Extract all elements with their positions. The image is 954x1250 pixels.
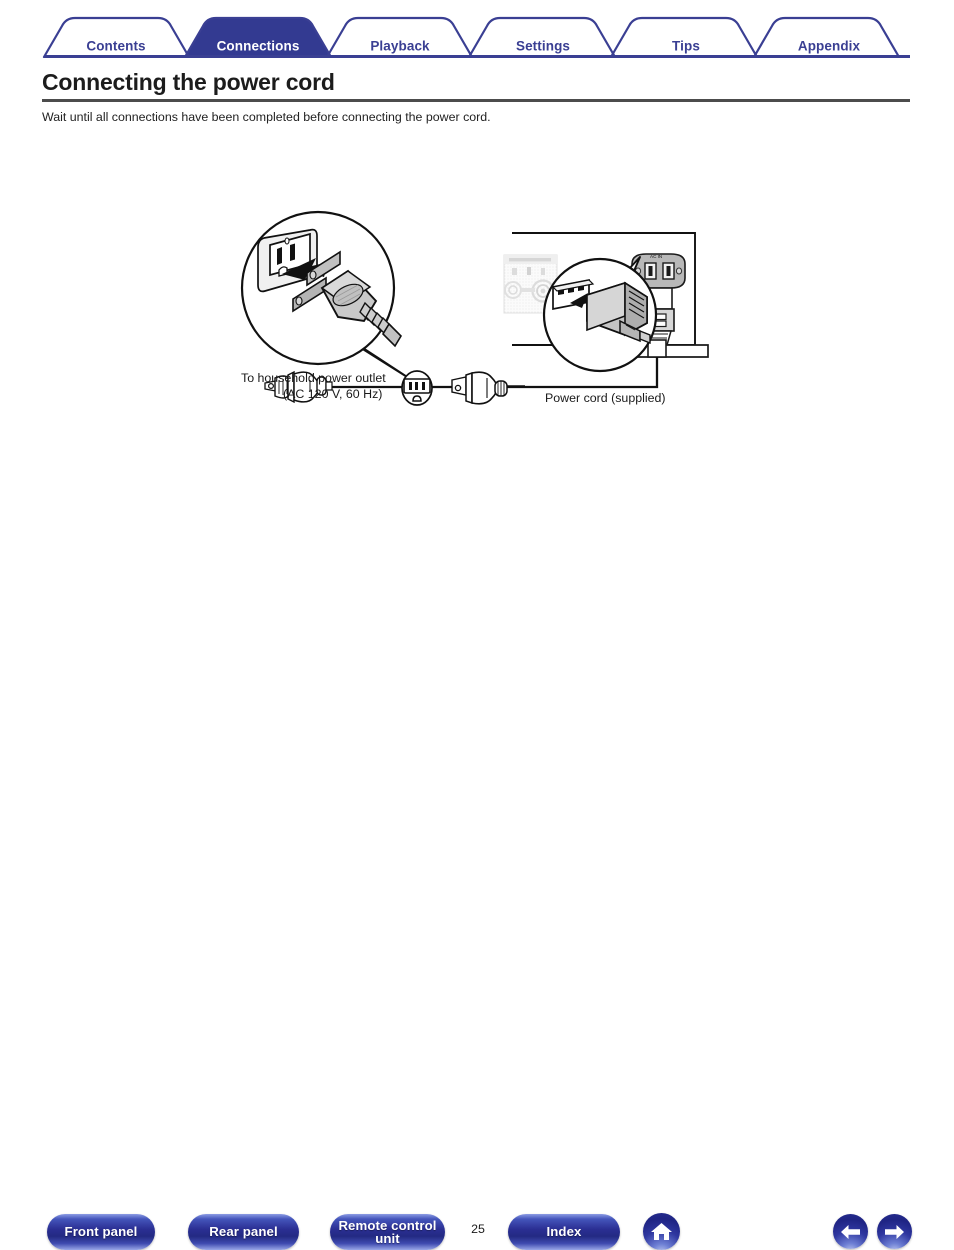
title-divider <box>42 99 910 102</box>
home-icon <box>650 1221 673 1242</box>
home-button[interactable] <box>643 1213 680 1250</box>
callout-household-outlet <box>240 210 416 383</box>
ac-in-label: AC IN <box>650 254 662 259</box>
wall-outlet-icon-small <box>401 370 433 406</box>
page-number: 25 <box>471 1222 485 1236</box>
label-power-cord: Power cord (supplied) <box>545 391 666 405</box>
next-page-button[interactable] <box>877 1214 912 1249</box>
tab-tips[interactable]: Tips <box>672 39 700 54</box>
intro-paragraph: Wait until all connections have been com… <box>42 110 491 124</box>
arrow-left-icon <box>840 1224 861 1240</box>
rear-panel-button-label: Rear panel <box>209 1224 278 1240</box>
tab-playback[interactable]: Playback <box>370 39 429 54</box>
callout-device-inlet <box>542 256 658 373</box>
power-cord-connection-diagram: AC IN <box>0 125 954 425</box>
tab-appendix[interactable]: Appendix <box>798 39 860 54</box>
page-title: Connecting the power cord <box>42 69 335 95</box>
front-panel-button-label: Front panel <box>64 1224 138 1240</box>
remote-control-unit-button[interactable]: Remote control unit <box>330 1214 445 1250</box>
index-button-label: Index <box>546 1224 582 1240</box>
arrow-right-icon <box>884 1224 905 1240</box>
front-panel-button[interactable]: Front panel <box>47 1214 155 1250</box>
rear-panel-button[interactable]: Rear panel <box>188 1214 299 1250</box>
index-button[interactable]: Index <box>508 1214 620 1250</box>
tab-bar-underline <box>44 55 910 58</box>
label-household-outlet-line2: (AC 120 V, 60 Hz) <box>283 387 383 401</box>
tab-contents[interactable]: Contents <box>86 39 145 54</box>
tab-connections[interactable]: Connections <box>217 39 300 54</box>
remote-button-label-line2: unit <box>375 1231 400 1246</box>
tab-bar: Contents Connections Playback Settings T… <box>0 14 954 58</box>
footer-navigation: Front panel Rear panel Remote control un… <box>0 600 954 1250</box>
remote-button-label-line1: Remote control <box>338 1217 437 1233</box>
label-household-outlet-line1: To household power outlet <box>241 371 386 385</box>
tab-settings[interactable]: Settings <box>516 39 570 54</box>
previous-page-button[interactable] <box>833 1214 868 1249</box>
